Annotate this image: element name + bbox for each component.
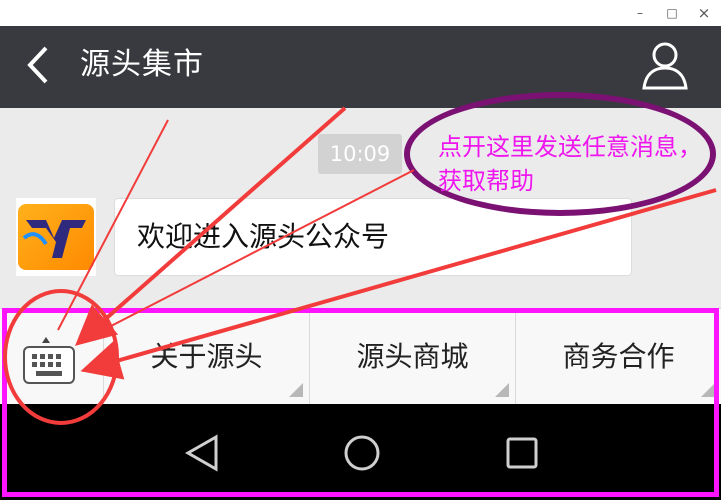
chevron-left-icon: [27, 46, 48, 84]
page-title: 源头集市: [80, 47, 204, 82]
triangle-back-icon[interactable]: [184, 434, 220, 472]
menu-item-mall[interactable]: 源头商城: [309, 309, 515, 405]
avatar[interactable]: [16, 198, 96, 276]
message-timestamp: 10:09: [318, 134, 402, 174]
circle-home-icon[interactable]: [343, 434, 381, 472]
message-text: 欢迎进入源头公众号: [137, 220, 390, 253]
maximize-button[interactable]: □: [662, 4, 682, 22]
menu-item-business[interactable]: 商务合作: [515, 309, 721, 405]
submenu-indicator-icon: [289, 383, 303, 397]
profile-button[interactable]: [640, 38, 690, 92]
square-recents-icon[interactable]: [505, 436, 539, 470]
menu-item-label: 商务合作: [562, 340, 675, 373]
submenu-indicator-icon: [701, 383, 715, 397]
menu-item-label: 关于源头: [150, 340, 263, 373]
window-titlebar: – □ ×: [0, 0, 721, 26]
keyboard-toggle-button[interactable]: [20, 335, 78, 387]
back-button[interactable]: [22, 40, 56, 90]
user-profile-icon: [642, 42, 688, 90]
menu-item-label: 源头商城: [356, 340, 469, 373]
keyboard-icon: [23, 337, 75, 384]
system-nav-bar: [0, 404, 721, 500]
submenu-indicator-icon: [495, 383, 509, 397]
callout-text: 点开这里发送任意消息，获取帮助: [438, 133, 702, 195]
close-button[interactable]: ×: [694, 4, 714, 22]
menu-bar: 关于源头 源头商城 商务合作: [0, 308, 721, 405]
menu-item-about[interactable]: 关于源头: [103, 309, 309, 405]
minimize-button[interactable]: –: [630, 4, 650, 22]
yt-logo-icon: [18, 204, 94, 270]
